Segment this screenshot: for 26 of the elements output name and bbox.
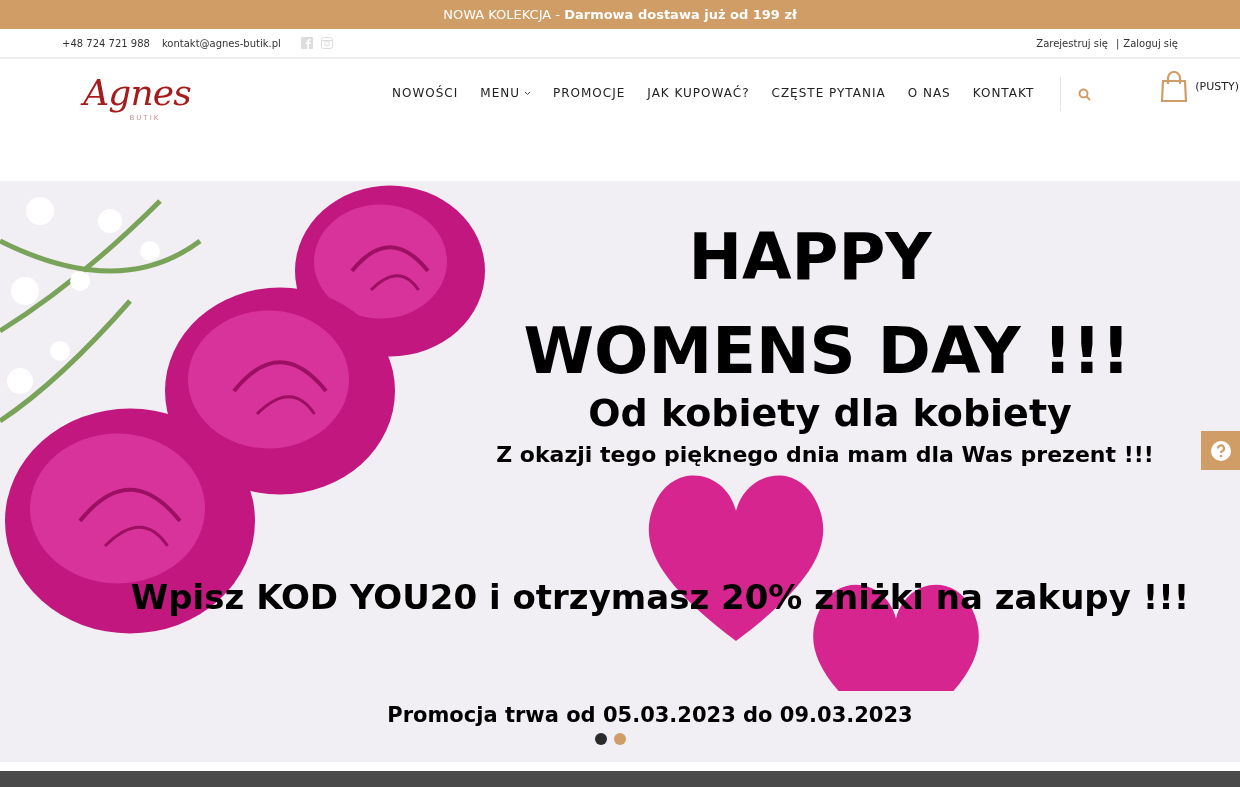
cart-status[interactable]: (PUSTY) bbox=[1195, 78, 1239, 96]
instagram-icon[interactable] bbox=[320, 37, 333, 49]
facebook-icon[interactable] bbox=[300, 37, 313, 49]
banner-text: Z okazji tego pięknego dnia mam dla Was prezent !!! bbox=[496, 441, 1154, 469]
nav-link[interactable]: NOWOŚCI bbox=[392, 84, 459, 102]
help-button[interactable] bbox=[1201, 431, 1240, 470]
search-icon[interactable] bbox=[1078, 88, 1092, 101]
nav-link[interactable]: PROMOCJE bbox=[553, 84, 626, 102]
banner-headline: WOMENS DAY !!! bbox=[523, 313, 1131, 390]
banner-subtitle: Od kobiety dla kobiety bbox=[588, 391, 1072, 435]
shopping-bag-icon[interactable] bbox=[1161, 71, 1188, 103]
phone-number: +48 724 721 988 bbox=[62, 36, 150, 51]
question-icon bbox=[1210, 440, 1231, 461]
banner-headline: HAPPY bbox=[688, 219, 932, 296]
nav-link[interactable]: O NAS bbox=[907, 84, 951, 102]
nav-link[interactable]: JAK KUPOWAĆ? bbox=[647, 84, 750, 102]
announcement-text: NOWA KOLEKCJA - Darmowa dostawa już od 199 zł bbox=[443, 5, 797, 24]
login-link[interactable]: Zaloguj się bbox=[1123, 35, 1178, 51]
register-link[interactable]: Zarejestruj się bbox=[1036, 35, 1108, 51]
promo-dates: Promocja trwa od 05.03.2023 do 09.03.2023 bbox=[387, 702, 913, 729]
nav-link[interactable]: MENU bbox=[480, 84, 531, 102]
nav-link[interactable]: CZĘSTE PYTANIA bbox=[771, 84, 886, 102]
nav-link[interactable]: KONTAKT bbox=[972, 84, 1035, 102]
link-separator: | bbox=[1115, 36, 1120, 51]
email-address: kontakt@agnes-butik.pl bbox=[161, 36, 281, 51]
chevron-down-icon bbox=[524, 90, 531, 96]
